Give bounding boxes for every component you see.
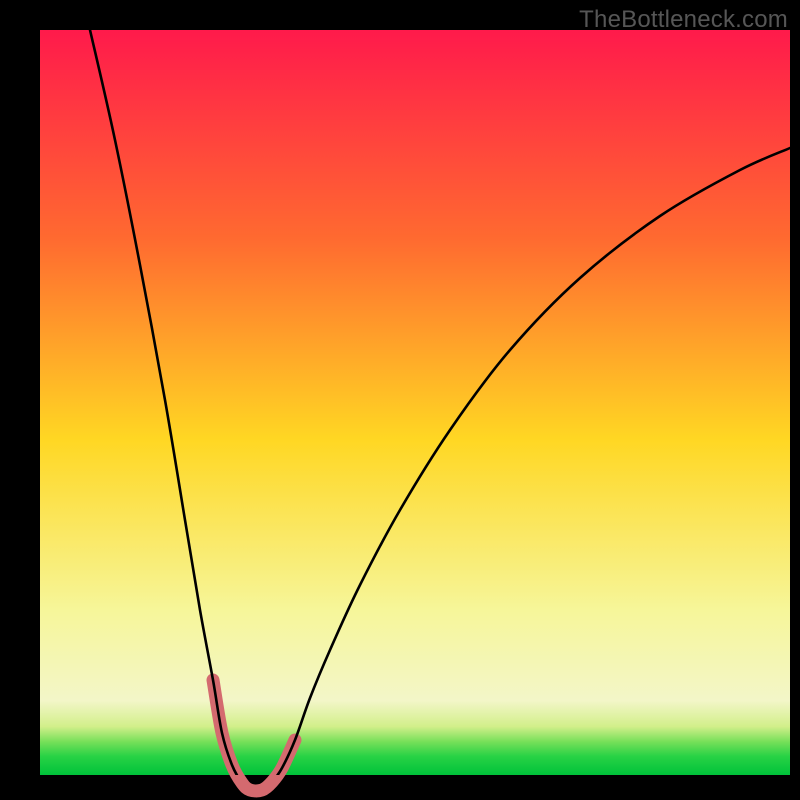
watermark-text: TheBottleneck.com xyxy=(579,6,788,34)
bottleneck-chart xyxy=(0,0,800,800)
chart-frame: TheBottleneck.com xyxy=(0,0,800,800)
heat-gradient-bg xyxy=(40,30,790,775)
